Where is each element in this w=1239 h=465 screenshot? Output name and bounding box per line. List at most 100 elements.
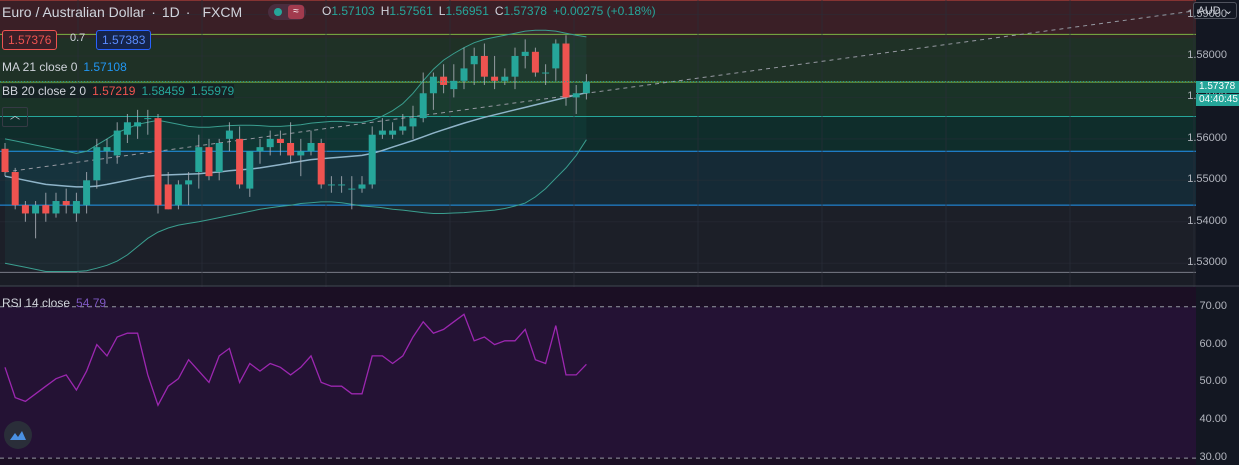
wave-icon: ≈ bbox=[288, 5, 304, 19]
candle-body bbox=[236, 138, 244, 185]
candle-body bbox=[297, 151, 305, 156]
candle-body bbox=[307, 143, 315, 152]
buy-button[interactable]: 1.57383 bbox=[96, 30, 152, 50]
rsi-tick-label: 30.00 bbox=[1199, 451, 1227, 464]
candle-body bbox=[511, 55, 519, 77]
candle-body bbox=[185, 180, 193, 185]
ma-legend[interactable]: MA 21 close 0 1.57108 bbox=[2, 60, 127, 74]
candle-body bbox=[83, 180, 91, 206]
bb-upper-value: 1.58459 bbox=[141, 84, 185, 98]
candle-body bbox=[327, 184, 335, 186]
rsi-value: 54.79 bbox=[76, 296, 107, 310]
candle-body bbox=[389, 130, 397, 135]
market-status-toggle[interactable]: ≈ bbox=[268, 4, 306, 20]
candle-body bbox=[338, 184, 346, 186]
candle-body bbox=[287, 143, 295, 156]
candle-body bbox=[501, 76, 509, 81]
ma-label: MA 21 close 0 bbox=[2, 60, 78, 74]
rsi-band bbox=[0, 306, 1196, 459]
candle-body bbox=[62, 201, 70, 206]
candle-body bbox=[409, 118, 417, 127]
candle-body bbox=[552, 43, 560, 69]
high-value: 1.57561 bbox=[389, 4, 433, 18]
bb-legend[interactable]: BB 20 close 2 0 1.57219 1.58459 1.55979 bbox=[2, 84, 235, 98]
candle-body bbox=[572, 93, 580, 98]
rsi-tick-label: 60.00 bbox=[1199, 337, 1227, 350]
candle-body bbox=[358, 184, 366, 189]
spread-value: 0.7 bbox=[70, 32, 86, 44]
candle-body bbox=[195, 147, 203, 173]
candle-body bbox=[480, 55, 488, 77]
candle-body bbox=[11, 172, 19, 206]
candle-body bbox=[276, 138, 284, 143]
bb-label: BB 20 close 2 0 bbox=[2, 84, 87, 98]
price-tick-label: 1.59000 bbox=[1187, 7, 1227, 20]
bb-lower-value: 1.55979 bbox=[190, 84, 235, 98]
candle-body bbox=[348, 188, 356, 190]
candle-body bbox=[164, 184, 172, 210]
rsi-tick-label: 70.00 bbox=[1199, 299, 1227, 312]
candle-body bbox=[582, 81, 590, 94]
rsi-legend[interactable]: RSI 14 close 54.79 bbox=[2, 296, 106, 310]
chart-canvas[interactable] bbox=[0, 0, 1239, 465]
candle-body bbox=[531, 51, 539, 73]
close-label: C bbox=[494, 4, 504, 18]
ohlc-readout: O1.57103 H1.57561 L1.56951 C1.57378 +0.0… bbox=[322, 4, 656, 18]
candle-body bbox=[562, 43, 570, 98]
rsi-label: RSI 14 close bbox=[2, 296, 71, 310]
timeframe[interactable]: 1D bbox=[162, 4, 180, 20]
symbol-header: Euro / Australian Dollar · 1D · FXCM bbox=[0, 0, 242, 24]
low-value: 1.56951 bbox=[445, 4, 489, 18]
tradingview-logo-icon[interactable] bbox=[4, 421, 32, 449]
collapse-legend-button[interactable]: ︿ bbox=[2, 107, 28, 127]
rsi-tick-label: 40.00 bbox=[1199, 413, 1227, 426]
market-open-dot-icon bbox=[274, 8, 282, 16]
candle-body bbox=[103, 147, 111, 152]
open-label: O bbox=[322, 4, 332, 18]
countdown-label: 04:40:45 bbox=[1196, 94, 1239, 106]
candle-body bbox=[246, 151, 254, 189]
candle-body bbox=[174, 184, 182, 206]
candle-body bbox=[134, 122, 142, 127]
rsi-tick-label: 50.00 bbox=[1199, 375, 1227, 388]
bb-basis-value: 1.57219 bbox=[92, 84, 136, 98]
candle-body bbox=[32, 205, 40, 214]
close-value: 1.57378 bbox=[503, 4, 547, 18]
candle-body bbox=[440, 76, 448, 85]
candle-body bbox=[419, 93, 427, 119]
candle-body bbox=[72, 201, 80, 214]
candle-body bbox=[123, 122, 131, 135]
candle-body bbox=[205, 147, 213, 177]
change-value: +0.00275 (+0.18%) bbox=[552, 4, 656, 18]
candle-body bbox=[256, 147, 264, 152]
ma-value: 1.57108 bbox=[83, 60, 127, 74]
price-tick-label: 1.56000 bbox=[1187, 131, 1227, 144]
candle-body bbox=[368, 134, 376, 185]
open-value: 1.57103 bbox=[331, 4, 375, 18]
last-price-label: 1.57378 bbox=[1196, 81, 1239, 93]
candle-body bbox=[317, 143, 325, 185]
candle-body bbox=[21, 205, 29, 214]
candle-body bbox=[1, 148, 9, 173]
chevron-up-icon: ︿ bbox=[10, 111, 20, 122]
fib-zone bbox=[0, 272, 1196, 286]
candle-body bbox=[378, 130, 386, 135]
price-tick-label: 1.53000 bbox=[1187, 256, 1227, 269]
candle-body bbox=[399, 126, 407, 131]
candle-body bbox=[154, 118, 162, 206]
candle-body bbox=[93, 147, 101, 181]
header-separator-2: · bbox=[185, 4, 191, 20]
candle-body bbox=[460, 68, 468, 81]
fib-zone bbox=[0, 34, 1196, 83]
candle-body bbox=[225, 130, 233, 139]
exchange: FXCM bbox=[202, 4, 243, 20]
candle-body bbox=[470, 55, 478, 65]
candle-body bbox=[42, 205, 50, 214]
candle-body bbox=[52, 201, 60, 214]
price-tick-label: 1.58000 bbox=[1187, 48, 1227, 61]
price-tick-label: 1.54000 bbox=[1187, 214, 1227, 227]
symbol-name[interactable]: Euro / Australian Dollar bbox=[2, 4, 145, 20]
candle-body bbox=[113, 130, 121, 156]
sell-button[interactable]: 1.57376 bbox=[2, 30, 58, 50]
candle-body bbox=[144, 118, 152, 120]
